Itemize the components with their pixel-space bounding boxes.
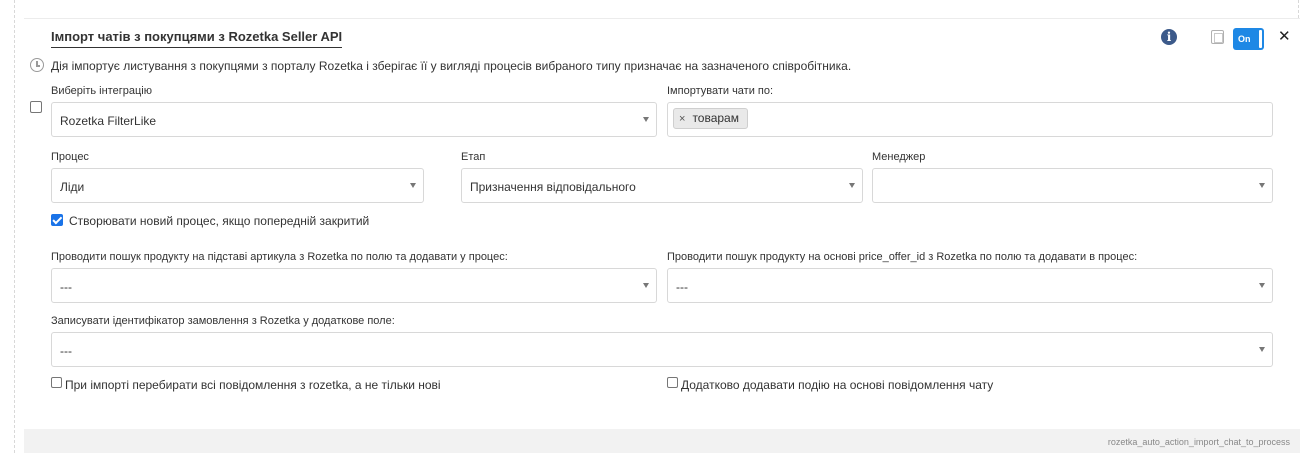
clock-icon	[30, 58, 44, 72]
info-icon[interactable]: i	[1161, 29, 1177, 45]
tag-label: товарам	[692, 111, 739, 125]
tag-products: × товарам	[673, 108, 748, 129]
manager-select[interactable]	[872, 168, 1273, 203]
stage-select[interactable]: Призначення відповідального	[461, 168, 863, 203]
process-select[interactable]: Ліди	[51, 168, 424, 203]
integration-select[interactable]: Rozetka FilterLike	[51, 102, 657, 137]
card-footer: rozetka_auto_action_import_chat_to_proce…	[24, 429, 1300, 453]
search-article-label: Проводити пошук продукту на підставі арт…	[51, 251, 508, 263]
tag-remove-icon[interactable]: ×	[679, 113, 685, 125]
search-article-value: ---	[60, 280, 72, 294]
copy-icon[interactable]	[1211, 30, 1224, 44]
chevron-down-icon	[643, 283, 649, 288]
create-new-label: Створювати новий процес, якщо попередній…	[69, 214, 370, 228]
chevron-down-icon	[643, 117, 649, 122]
search-article-select[interactable]: ---	[51, 268, 657, 303]
integration-label: Виберіть інтеграцію	[51, 85, 152, 97]
on-off-toggle[interactable]: On	[1233, 28, 1264, 50]
add-event-label: Додатково додавати подію на основі повід…	[681, 378, 994, 392]
iterate-all-label: При імпорті перебирати всі повідомлення …	[65, 378, 441, 392]
import-by-multiselect[interactable]: × товарам	[667, 102, 1273, 137]
select-row-checkbox[interactable]	[30, 101, 42, 113]
manager-label: Менеджер	[872, 151, 926, 163]
chevron-down-icon	[849, 183, 855, 188]
action-card: Імпорт чатів з покупцями з Rozetka Selle…	[24, 18, 1300, 453]
chevron-down-icon	[1259, 347, 1265, 352]
stage-label: Етап	[461, 151, 486, 163]
import-by-label: Імпортувати чати по:	[667, 85, 774, 97]
order-id-select[interactable]: ---	[51, 332, 1273, 367]
card-title: Імпорт чатів з покупцями з Rozetka Selle…	[51, 29, 343, 48]
search-offer-select[interactable]: ---	[667, 268, 1273, 303]
search-offer-label: Проводити пошук продукту на основі price…	[667, 251, 1138, 263]
search-offer-value: ---	[676, 280, 688, 294]
action-code: rozetka_auto_action_import_chat_to_proce…	[1107, 437, 1290, 447]
process-value: Ліди	[60, 180, 85, 194]
toggle-knob	[1259, 30, 1262, 48]
toggle-label: On	[1238, 34, 1251, 44]
action-description: Дія імпортує листування з покупцями з по…	[51, 59, 852, 73]
add-event-checkbox[interactable]	[667, 377, 678, 388]
integration-value: Rozetka FilterLike	[60, 114, 157, 128]
iterate-all-checkbox[interactable]	[51, 377, 62, 388]
order-id-value: ---	[60, 344, 72, 358]
chevron-down-icon	[1259, 283, 1265, 288]
chevron-down-icon	[410, 183, 416, 188]
order-id-label: Записувати ідентифікатор замовлення з Ro…	[51, 315, 395, 327]
create-new-checkbox[interactable]	[51, 214, 63, 226]
process-label: Процес	[51, 151, 89, 163]
chevron-down-icon	[1259, 183, 1265, 188]
close-icon[interactable]: ✕	[1278, 27, 1291, 47]
left-dashed-border	[14, 0, 15, 453]
stage-value: Призначення відповідального	[470, 180, 636, 194]
